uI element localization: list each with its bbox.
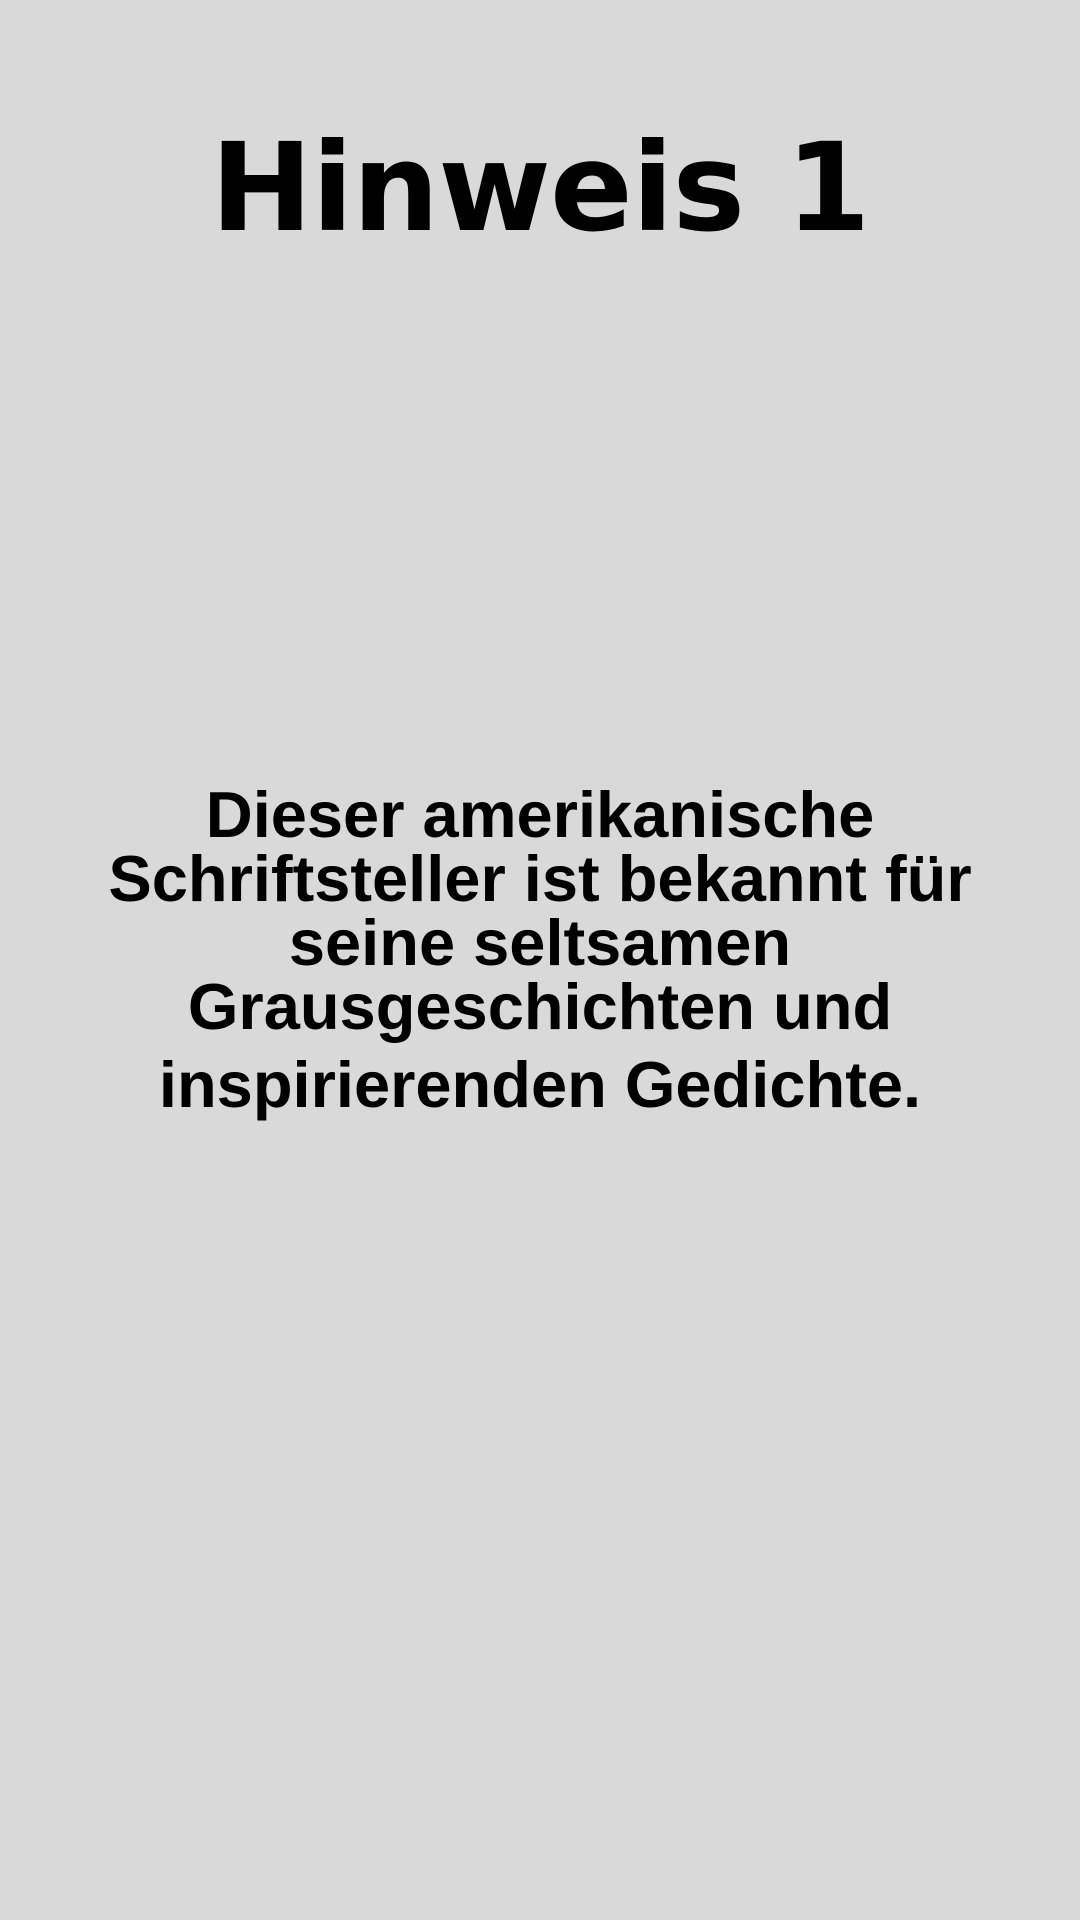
hint-text-line: inspirierenden Gedichte. [158,1048,922,1121]
hint-title: Hinweis 1 [210,117,870,259]
hint-text-line: seine seltsamen [288,906,792,979]
hint-text: Dieser amerikanische Schriftsteller ist … [40,778,1040,1121]
hint-text-line: Grausgeschichten und [187,970,893,1043]
hint-text-line: Schriftsteller ist bekannt für [108,842,972,915]
hint-text-line: Dieser amerikanische [205,778,875,851]
